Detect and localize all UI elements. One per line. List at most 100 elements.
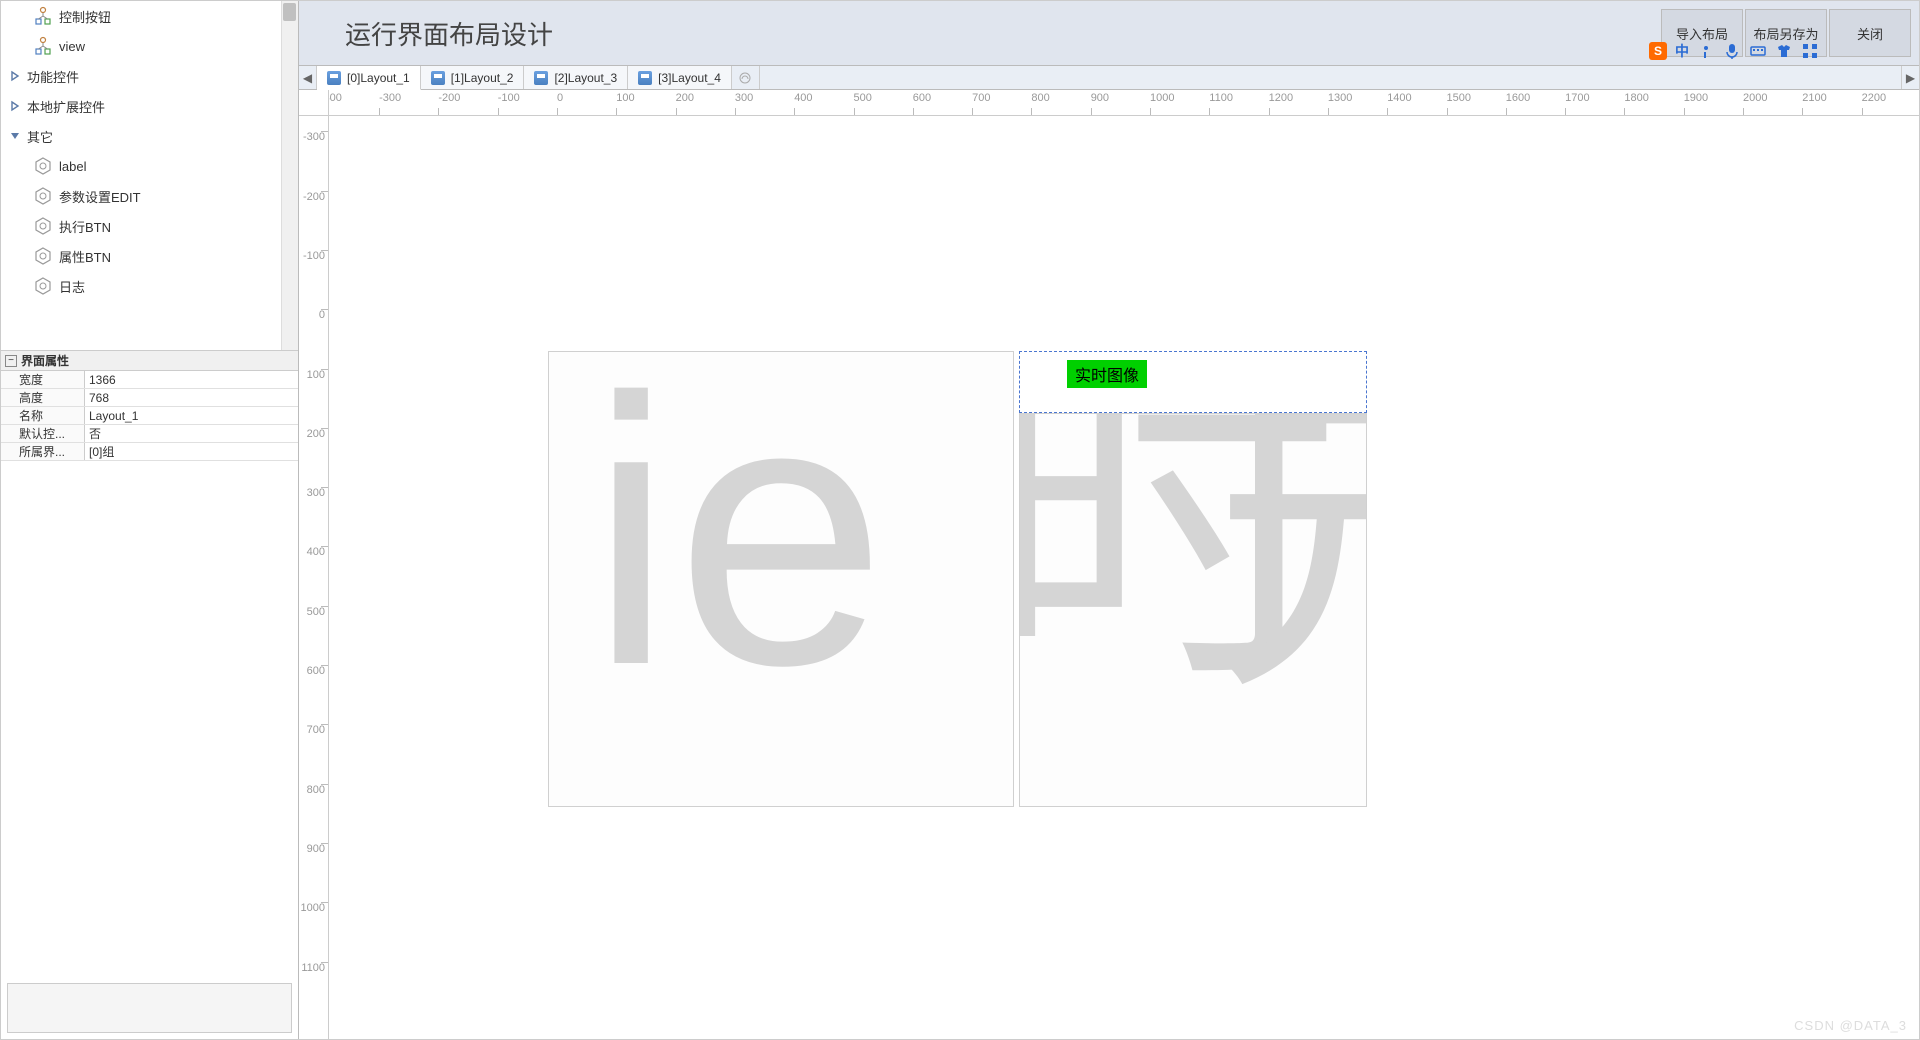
layout-box-right[interactable]: 时 元 xyxy=(1019,413,1367,807)
ruler-corner xyxy=(299,90,329,116)
tree-label: 控制按钮 xyxy=(59,7,111,26)
collapse-icon[interactable] xyxy=(7,128,23,144)
realtime-image-label[interactable]: 实时图像 xyxy=(1067,360,1147,388)
tree-label: view xyxy=(59,39,85,54)
layout-tab-icon xyxy=(431,71,445,85)
ruler-h-tick: 100 xyxy=(616,90,634,115)
design-canvas[interactable]: ie 实时图像 时 元 CSDN @DATA_3 xyxy=(329,116,1919,1039)
ruler-h-tick: 500 xyxy=(854,90,872,115)
ruler-h-tick: 600 xyxy=(913,90,931,115)
tree-node-6[interactable]: 参数设置EDIT xyxy=(1,181,298,211)
layout-tab-label: [1]Layout_2 xyxy=(451,71,514,85)
sidebar: 控制按钮 view 功能控件本地扩展控件其它 label 参数设置EDIT 执行BTN 属性… xyxy=(1,1,299,1039)
tree-node-5[interactable]: label xyxy=(1,151,298,181)
ime-lang-indicator[interactable]: 中 xyxy=(1675,41,1689,61)
hex-icon xyxy=(33,276,53,296)
layout-tab-2[interactable]: [2]Layout_3 xyxy=(524,66,628,89)
ruler-h-tick: 1500 xyxy=(1447,90,1471,115)
ime-keyboard-icon[interactable] xyxy=(1749,42,1767,60)
ruler-v-tick: -300 xyxy=(299,131,328,143)
tab-scroll-right[interactable]: ▶ xyxy=(1901,66,1919,89)
properties-header[interactable]: − 界面属性 xyxy=(1,351,298,371)
tree-scrollbar[interactable] xyxy=(281,1,298,350)
ruler-h-tick: 200 xyxy=(676,90,694,115)
property-value[interactable]: [0]组 xyxy=(85,443,298,460)
property-row-2[interactable]: 名称Layout_1 xyxy=(1,407,298,425)
app-root: 控制按钮 view 功能控件本地扩展控件其它 label 参数设置EDIT 执行BTN 属性… xyxy=(0,0,1920,1040)
property-value[interactable]: Layout_1 xyxy=(85,407,298,424)
watermark-footer: CSDN @DATA_3 xyxy=(1794,1018,1907,1033)
page-title: 运行界面布局设计 xyxy=(345,15,553,52)
ruler-v-tick: 600 xyxy=(299,665,328,677)
collapse-icon[interactable]: − xyxy=(5,355,17,367)
layout-tab-3[interactable]: [3]Layout_4 xyxy=(628,66,732,89)
property-row-3[interactable]: 默认控...否 xyxy=(1,425,298,443)
expand-icon[interactable] xyxy=(7,98,23,114)
property-row-4[interactable]: 所属界...[0]组 xyxy=(1,443,298,461)
tree-node-9[interactable]: 日志 xyxy=(1,271,298,301)
ruler-h-tick: 1800 xyxy=(1624,90,1648,115)
ruler-v-tick: 300 xyxy=(299,487,328,499)
ruler-h-tick: 700 xyxy=(972,90,990,115)
tree-label: 参数设置EDIT xyxy=(59,187,141,206)
tab-scroll-left[interactable]: ◀ xyxy=(299,66,317,89)
ruler-h-tick: 800 xyxy=(1031,90,1049,115)
property-value[interactable]: 否 xyxy=(85,425,298,442)
tree-scrollbar-thumb[interactable] xyxy=(283,3,296,21)
tree-node-8[interactable]: 属性BTN xyxy=(1,241,298,271)
ime-skin-icon[interactable] xyxy=(1775,42,1793,60)
property-value[interactable]: 1366 xyxy=(85,371,298,388)
hex-icon xyxy=(33,186,53,206)
sogou-ime-icon[interactable]: S xyxy=(1649,42,1667,60)
ime-toolbox-icon[interactable] xyxy=(1801,42,1819,60)
title-bar: 运行界面布局设计 导入布局 布局另存为 关闭 S 中 xyxy=(299,1,1919,66)
tree-node-4[interactable]: 其它 xyxy=(1,121,298,151)
close-button[interactable]: 关闭 xyxy=(1829,9,1911,57)
ruler-h-tick: 2000 xyxy=(1743,90,1767,115)
layout-tab-icon xyxy=(638,71,652,85)
ruler-h-tick: 1200 xyxy=(1269,90,1293,115)
tree-label: 其它 xyxy=(27,127,53,146)
properties-title: 界面属性 xyxy=(21,352,69,369)
svg-text:S: S xyxy=(1654,44,1662,58)
ruler-v-tick: 200 xyxy=(299,428,328,440)
property-row-1[interactable]: 高度768 xyxy=(1,389,298,407)
ruler-h-tick: 1300 xyxy=(1328,90,1352,115)
property-value[interactable]: 768 xyxy=(85,389,298,406)
ruler-v-tick: -100 xyxy=(299,250,328,262)
ime-mic-icon[interactable] xyxy=(1723,42,1741,60)
property-key: 名称 xyxy=(1,407,85,424)
ruler-vertical: -400-300-200-100010020030040050060070080… xyxy=(299,90,329,1039)
ruler-h-tick: 1600 xyxy=(1506,90,1530,115)
property-editor[interactable] xyxy=(7,983,292,1033)
tree-node-1[interactable]: view xyxy=(1,31,298,61)
layout-tab-bar: ◀ [0]Layout_1 [1]Layout_2 [2]Layout_3[3]La… xyxy=(299,66,1919,90)
tree-label: 执行BTN xyxy=(59,217,111,236)
tree-label: 本地扩展控件 xyxy=(27,97,105,116)
layout-box-left[interactable]: ie xyxy=(548,351,1014,807)
hex-icon xyxy=(33,216,53,236)
property-key: 宽度 xyxy=(1,371,85,388)
expand-icon[interactable] xyxy=(7,68,23,84)
ruler-h-tick: 1000 xyxy=(1150,90,1174,115)
ruler-h-tick: 1900 xyxy=(1684,90,1708,115)
ruler-v-tick: 1000 xyxy=(299,902,328,914)
tree-node-3[interactable]: 本地扩展控件 xyxy=(1,91,298,121)
flow-icon xyxy=(33,6,53,26)
hex-icon xyxy=(33,246,53,266)
ime-punct-icon[interactable] xyxy=(1697,42,1715,60)
ruler-v-tick: 100 xyxy=(299,369,328,381)
layout-tab-1[interactable]: [1]Layout_2 xyxy=(421,66,525,89)
tree-label: 属性BTN xyxy=(59,247,111,266)
ruler-h-tick: 900 xyxy=(1091,90,1109,115)
property-row-0[interactable]: 宽度1366 xyxy=(1,371,298,389)
ruler-h-tick: 2100 xyxy=(1802,90,1826,115)
tree-node-7[interactable]: 执行BTN xyxy=(1,211,298,241)
property-key: 所属界... xyxy=(1,443,85,460)
add-tab-button[interactable] xyxy=(732,66,760,89)
hex-icon xyxy=(33,156,53,176)
tree-node-0[interactable]: 控制按钮 xyxy=(1,1,298,31)
ruler-h-tick: 400 xyxy=(794,90,812,115)
layout-tab-0[interactable]: [0]Layout_1 xyxy=(317,66,421,90)
tree-node-2[interactable]: 功能控件 xyxy=(1,61,298,91)
